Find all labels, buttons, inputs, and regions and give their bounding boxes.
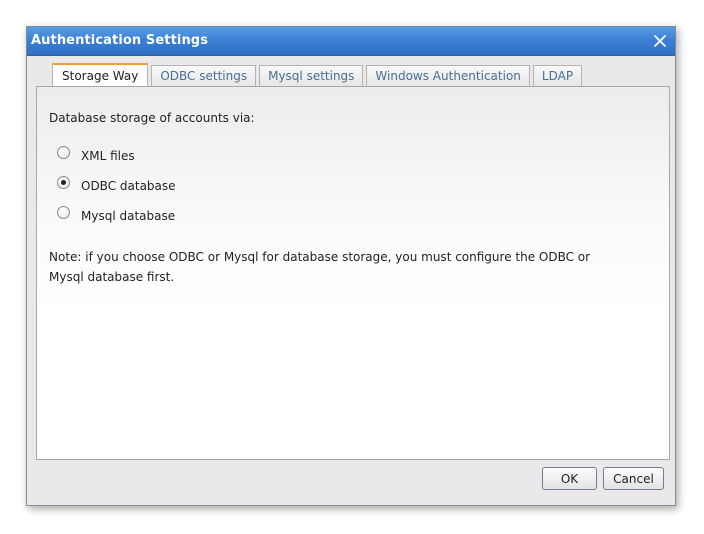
ok-button[interactable]: OK bbox=[542, 467, 597, 490]
tab-strip: Storage Way ODBC settings Mysql settings… bbox=[52, 63, 585, 87]
tab-ldap[interactable]: LDAP bbox=[532, 65, 583, 86]
radio-xml-files[interactable] bbox=[57, 145, 70, 159]
tab-windows-authentication[interactable]: Windows Authentication bbox=[366, 65, 530, 86]
authentication-settings-dialog: Authentication Settings Storage Way ODBC… bbox=[26, 26, 676, 506]
option-xml-files[interactable]: XML files bbox=[57, 145, 135, 163]
close-button[interactable] bbox=[651, 32, 669, 50]
storage-heading: Database storage of accounts via: bbox=[49, 111, 255, 125]
option-label: XML files bbox=[81, 149, 135, 163]
option-odbc-database[interactable]: ODBC database bbox=[57, 175, 176, 193]
tab-mysql-settings[interactable]: Mysql settings bbox=[259, 65, 364, 86]
tab-storage-way[interactable]: Storage Way bbox=[52, 63, 149, 87]
storage-note: Note: if you choose ODBC or Mysql for da… bbox=[49, 250, 591, 284]
radio-odbc-database[interactable] bbox=[57, 175, 70, 189]
title-bar[interactable]: Authentication Settings bbox=[27, 27, 675, 56]
radio-mysql-database[interactable] bbox=[57, 205, 70, 219]
option-label: Mysql database bbox=[81, 209, 176, 223]
cancel-button[interactable]: Cancel bbox=[603, 467, 664, 490]
close-icon bbox=[654, 35, 666, 47]
dialog-title: Authentication Settings bbox=[31, 33, 209, 48]
tab-odbc-settings[interactable]: ODBC settings bbox=[151, 65, 257, 86]
storage-way-panel: Database storage of accounts via: XML fi… bbox=[36, 86, 670, 460]
option-label: ODBC database bbox=[81, 179, 176, 193]
option-mysql-database[interactable]: Mysql database bbox=[57, 205, 176, 223]
